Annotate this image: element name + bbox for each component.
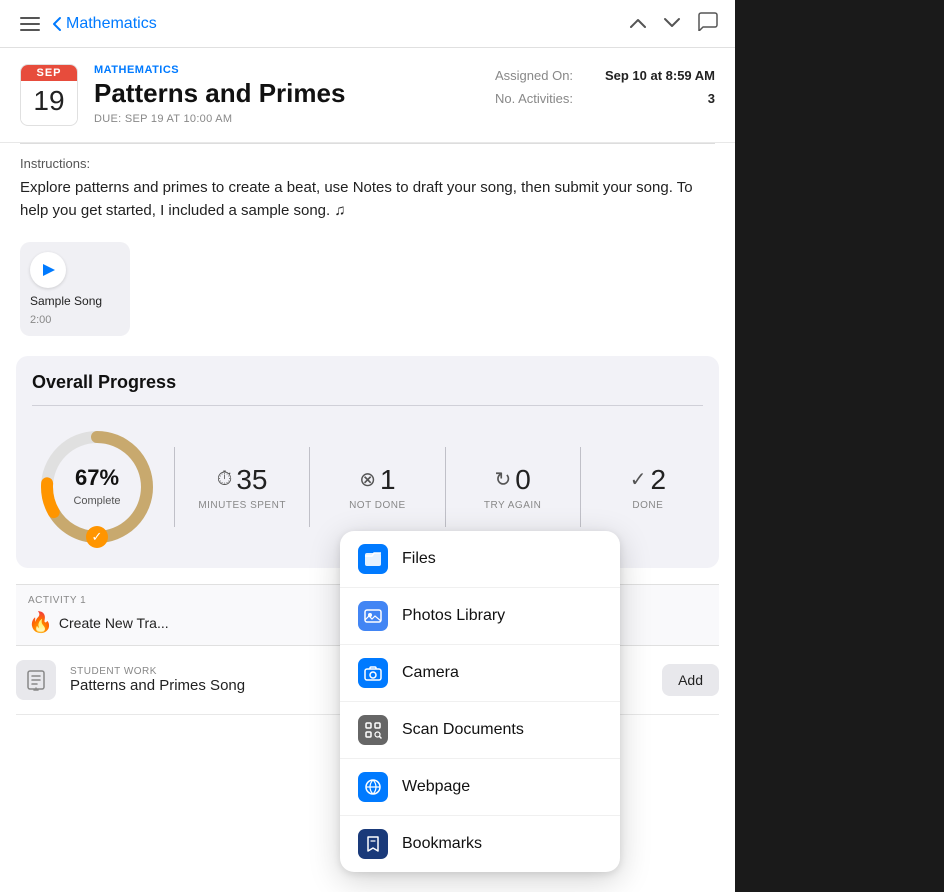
- instructions-section: Instructions: Explore patterns and prime…: [0, 144, 735, 230]
- sample-song-card[interactable]: Sample Song 2:00: [20, 242, 130, 336]
- done-icon: ✓: [630, 467, 647, 492]
- donut-label: 67% Complete: [73, 465, 120, 509]
- bookmarks-label: Bookmarks: [402, 835, 482, 853]
- stat-minutes: ⏱ 35 MINUTES SPENT: [187, 464, 297, 511]
- activity-1-card[interactable]: ACTIVITY 1 🔥 Create New Tra...: [16, 585, 366, 646]
- media-name: Sample Song: [30, 294, 102, 308]
- dropdown-webpage[interactable]: Webpage: [340, 759, 620, 816]
- stat-minutes-number: 35: [236, 464, 267, 496]
- assignment-title: Patterns and Primes: [94, 78, 479, 109]
- assignment-meta: Assigned On: Sep 10 at 8:59 AM No. Activ…: [495, 64, 715, 126]
- donut-percent: 67%: [73, 465, 120, 491]
- stat-not-done-label: NOT DONE: [349, 500, 406, 511]
- stats-divider-3: [445, 447, 446, 527]
- stat-done-top: ✓ 2: [630, 464, 666, 496]
- activity-1-name: Create New Tra...: [59, 615, 169, 631]
- stats-divider-2: [309, 447, 310, 527]
- stat-done: ✓ 2 DONE: [593, 464, 703, 511]
- calendar-icon: SEP 19: [20, 64, 78, 126]
- camera-icon: [358, 658, 388, 688]
- add-button[interactable]: Add: [662, 664, 719, 696]
- dropdown-menu: Files Photos Library Camera: [340, 531, 620, 872]
- dropdown-photos[interactable]: Photos Library: [340, 588, 620, 645]
- assigned-value: Sep 10 at 8:59 AM: [605, 68, 715, 83]
- check-badge: ✓: [86, 526, 108, 548]
- assignment-header: SEP 19 MATHEMATICS Patterns and Primes D…: [0, 48, 735, 143]
- right-panel: [735, 0, 944, 892]
- photos-label: Photos Library: [402, 607, 505, 625]
- play-button[interactable]: [30, 252, 66, 288]
- activity-1-icon: 🔥: [28, 610, 53, 635]
- activity-1-label: ACTIVITY 1: [28, 595, 354, 606]
- activities-row: No. Activities: 3: [495, 91, 715, 106]
- assignment-subject: MATHEMATICS: [94, 64, 479, 76]
- student-work-icon: [16, 660, 56, 700]
- dropdown-bookmarks[interactable]: Bookmarks: [340, 816, 620, 872]
- camera-label: Camera: [402, 664, 459, 682]
- scan-icon: [358, 715, 388, 745]
- stat-try-again-label: TRY AGAIN: [484, 500, 541, 511]
- assigned-on-row: Assigned On: Sep 10 at 8:59 AM: [495, 68, 715, 83]
- stat-minutes-label: MINUTES SPENT: [198, 500, 286, 511]
- stat-not-done-number: 1: [380, 464, 396, 496]
- stat-not-done-top: ⊗ 1: [359, 464, 395, 496]
- donut-chart: 67% Complete ✓: [32, 422, 162, 552]
- stat-not-done: ⊗ 1 NOT DONE: [322, 464, 432, 511]
- try-again-icon: ↻: [494, 467, 511, 492]
- progress-divider: [32, 405, 703, 406]
- back-button[interactable]: Mathematics: [52, 15, 157, 33]
- assigned-label: Assigned On:: [495, 68, 573, 83]
- sidebar-toggle-button[interactable]: [16, 10, 44, 38]
- back-label: Mathematics: [66, 15, 157, 33]
- stat-done-label: DONE: [632, 500, 663, 511]
- main-panel: Mathematics SEP 19 MATHEMATICS Patterns …: [0, 0, 735, 892]
- calendar-day: 19: [21, 81, 77, 121]
- down-nav-button[interactable]: [663, 13, 681, 34]
- bookmarks-icon: [358, 829, 388, 859]
- stat-done-number: 2: [650, 464, 666, 496]
- stat-try-again: ↻ 0 TRY AGAIN: [458, 464, 568, 511]
- stat-try-again-top: ↻ 0: [494, 464, 530, 496]
- calendar-month: SEP: [21, 65, 77, 81]
- assignment-info: MATHEMATICS Patterns and Primes DUE: SEP…: [94, 64, 479, 126]
- stats-divider-1: [174, 447, 175, 527]
- clock-icon: ⏱: [217, 468, 233, 491]
- webpage-label: Webpage: [402, 778, 470, 796]
- activities-value: 3: [708, 91, 715, 106]
- activities-label: No. Activities:: [495, 91, 573, 106]
- media-duration: 2:00: [30, 314, 51, 326]
- not-done-icon: ⊗: [359, 467, 376, 492]
- photos-icon: [358, 601, 388, 631]
- stat-try-again-number: 0: [515, 464, 531, 496]
- comment-button[interactable]: [697, 11, 719, 36]
- play-icon: [43, 264, 55, 276]
- nav-bar: Mathematics: [0, 0, 735, 48]
- dropdown-files[interactable]: Files: [340, 531, 620, 588]
- dropdown-scan[interactable]: Scan Documents: [340, 702, 620, 759]
- files-icon: [358, 544, 388, 574]
- dropdown-camera[interactable]: Camera: [340, 645, 620, 702]
- files-label: Files: [402, 550, 436, 568]
- assignment-due: DUE: SEP 19 AT 10:00 AM: [94, 113, 479, 125]
- donut-complete-label: Complete: [73, 495, 120, 507]
- progress-title: Overall Progress: [32, 372, 703, 393]
- up-nav-button[interactable]: [629, 13, 647, 34]
- stat-minutes-top: ⏱ 35: [217, 464, 268, 496]
- instructions-label: Instructions:: [20, 156, 715, 171]
- scan-label: Scan Documents: [402, 721, 524, 739]
- webpage-icon: [358, 772, 388, 802]
- nav-actions: [629, 11, 719, 36]
- stats-divider-4: [580, 447, 581, 527]
- instructions-text: Explore patterns and primes to create a …: [20, 177, 715, 222]
